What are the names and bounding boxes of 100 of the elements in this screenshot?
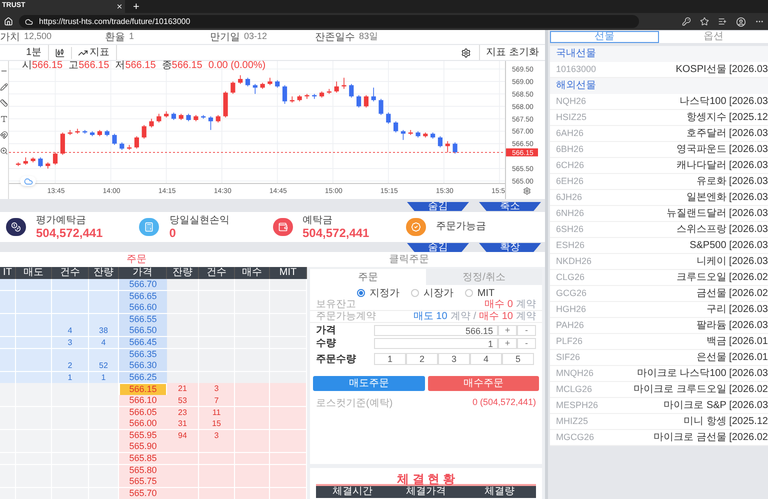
symbol-code: MNQH26 <box>556 366 594 380</box>
market-list-item[interactable]: PLF26 백금 [2026.01 <box>550 334 768 350</box>
drawing-tool-icon[interactable] <box>0 115 8 123</box>
price-cell[interactable]: 566.35 <box>119 348 167 361</box>
price-cell[interactable]: 565.95 <box>119 430 167 442</box>
market-list-item[interactable]: MGCG26 마이크로 금선물 [2026.02 <box>550 430 768 446</box>
price-cell[interactable]: 566.25 <box>119 372 167 384</box>
market-list-item[interactable]: PAH26 팔라듐 [2026.03 <box>550 318 768 334</box>
address-bar[interactable]: https://trust-hts.com/trade/future/10163000 <box>19 15 639 28</box>
quantity-option[interactable]: 4 <box>470 353 502 365</box>
market-list-item[interactable]: NQH26 나스닥100 [2026.03 <box>550 94 768 110</box>
ohlc-value: 566.15 <box>125 60 156 71</box>
site-info-icon[interactable] <box>25 18 33 26</box>
form-label: 가격 <box>316 324 337 338</box>
drawing-tool-icon[interactable] <box>0 83 8 91</box>
panel-toggle-tab[interactable]: 숨김 <box>407 202 469 211</box>
home-icon[interactable] <box>4 17 13 26</box>
increase-button[interactable]: + <box>498 324 517 336</box>
symbol-code: NKDH26 <box>556 254 592 268</box>
price-cell[interactable]: 566.55 <box>119 314 167 326</box>
quantity-option[interactable]: 3 <box>438 353 470 365</box>
symbol-name: 일본엔화 [2026.03 <box>686 191 768 205</box>
drawing-tool-icon[interactable] <box>0 147 8 155</box>
symbol-code: 6SH26 <box>556 222 584 236</box>
price-cell[interactable]: 565.90 <box>119 441 167 454</box>
candle <box>60 132 65 156</box>
price-type-radio[interactable]: MIT <box>465 286 495 300</box>
candle <box>23 156 28 166</box>
price-cell[interactable]: 566.05 <box>119 406 167 419</box>
new-tab-button[interactable]: + <box>133 1 140 13</box>
price-cell[interactable]: 566.65 <box>119 290 167 303</box>
candle <box>452 142 458 154</box>
key-icon[interactable] <box>682 17 691 26</box>
order-tab[interactable]: 클릭주문 <box>272 252 545 269</box>
star-icon[interactable] <box>700 17 709 26</box>
price-change: 0.00 (0.00%) <box>208 60 266 71</box>
price-cell[interactable]: 566.10 <box>119 394 167 407</box>
candlestick-icon[interactable] <box>54 48 65 58</box>
indicator-button[interactable]: 지표 <box>72 45 117 60</box>
symbol-code: SIF26 <box>556 350 580 364</box>
interval-button[interactable]: 1분 <box>20 45 49 60</box>
price-cell[interactable]: 565.75 <box>119 476 167 488</box>
price-cell[interactable]: 566.30 <box>119 360 167 372</box>
candle <box>312 94 317 100</box>
quantity-cell: 31 <box>167 418 199 430</box>
price-cell[interactable]: 566.70 <box>119 279 167 291</box>
increase-button[interactable]: + <box>498 338 517 348</box>
drawing-tool-icon[interactable] <box>0 131 8 139</box>
market-list-item[interactable]: MNQH26 마이크로 나스닥100 [2026.03 <box>550 366 768 382</box>
quantity-option[interactable]: 2 <box>406 353 438 365</box>
axis-settings-icon[interactable] <box>524 188 530 194</box>
market-list-item[interactable]: 6EH26 유로화 [2026.03 <box>550 174 768 190</box>
price-cell[interactable]: 566.50 <box>119 325 167 338</box>
panel-toggle-tab[interactable]: 숨김 <box>407 243 469 252</box>
price-cell[interactable]: 565.80 <box>119 464 167 476</box>
settings-icon[interactable] <box>461 48 472 58</box>
market-list-item[interactable]: SIF26 은선물 [2026.01 <box>550 350 768 366</box>
symbol-code: MESPH26 <box>556 398 598 412</box>
symbol-code: 6JH26 <box>556 190 582 204</box>
market-list-item[interactable]: HSIZ25 항셍지수 [2025.12 <box>550 110 768 126</box>
market-list-item[interactable]: 6SH26 스위스프랑 [2026.03 <box>550 222 768 238</box>
market-list-item[interactable]: NKDH26 니케이 [2026.03 <box>550 254 768 270</box>
candle <box>386 112 391 124</box>
market-list-item[interactable]: CLG26 크루드오일 [2026.02 <box>550 270 768 286</box>
market-list-item[interactable]: HGH26 구리 [2026.03 <box>550 302 768 318</box>
quantity-option[interactable]: 5 <box>502 353 534 365</box>
panel-toggle-tab[interactable]: 확장 <box>479 243 541 252</box>
market-list-item[interactable]: 6NH26 뉴질랜드달러 [2026.03 <box>550 206 768 222</box>
market-list-item[interactable]: 6JH26 일본엔화 [2026.03 <box>550 190 768 206</box>
market-list-item[interactable]: MHIZ25 미니 항셍 [2025.12 <box>550 414 768 430</box>
candle <box>127 144 132 150</box>
market-list-item[interactable]: MCLG26 마이크로 크루드오일 [2026.02 <box>550 382 768 398</box>
market-list-item[interactable]: GCG26 금선물 [2026.02 <box>550 286 768 302</box>
price-cell[interactable]: 565.70 <box>119 488 167 499</box>
info-value: 03-12 <box>244 30 268 44</box>
symbol-name: 구리 [2026.03 <box>706 303 768 317</box>
market-list-item[interactable]: 6CH26 캐나다달러 [2026.03 <box>550 158 768 174</box>
market-list-item[interactable]: ESH26 S&P500 [2026.03 <box>550 238 768 254</box>
quantity-option[interactable]: 1 <box>374 353 406 365</box>
price-cell[interactable]: 566.45 <box>119 336 167 349</box>
price-type-radio[interactable]: 시장가 <box>411 286 454 300</box>
panel-toggle-tab[interactable]: 축소 <box>479 202 541 211</box>
input-field[interactable]: 1 <box>374 338 498 348</box>
list-icon[interactable] <box>718 17 727 26</box>
market-list-item[interactable]: MESPH26 마이크로 S&P [2026.03 <box>550 398 768 414</box>
market-list-item[interactable]: 6BH26 영국파운드 [2026.03 <box>550 142 768 158</box>
price-cell[interactable]: 565.85 <box>119 452 167 465</box>
price-cell[interactable]: 566.60 <box>119 302 167 314</box>
close-icon[interactable] <box>116 3 123 10</box>
decrease-button[interactable]: - <box>517 338 536 348</box>
decrease-button[interactable]: - <box>517 324 536 336</box>
profile-icon[interactable] <box>736 16 746 26</box>
input-field[interactable]: 566.15 <box>374 324 498 336</box>
drawing-tool-icon[interactable] <box>0 99 8 107</box>
info-label: 가치 <box>0 30 20 44</box>
price-cell[interactable]: 566.00 <box>119 418 167 430</box>
candle <box>252 84 258 94</box>
cloud-icon[interactable] <box>20 176 36 186</box>
price-type-radio[interactable]: 지정가 <box>357 286 400 300</box>
market-list-item[interactable]: 6AH26 호주달러 [2026.03 <box>550 126 768 142</box>
